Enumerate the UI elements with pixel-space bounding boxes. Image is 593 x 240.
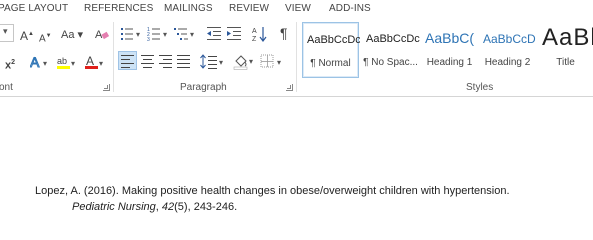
- font-dialog-launcher-icon[interactable]: [103, 84, 110, 91]
- style-sample: AaBbCcDc: [366, 33, 420, 45]
- svg-text:▾: ▾: [43, 59, 47, 68]
- style-no-spacing[interactable]: AaBbCcDc ¶ No Spac...: [362, 22, 420, 78]
- grow-font-button[interactable]: A▲: [20, 27, 34, 43]
- bullets-icon: ▾: [121, 28, 140, 40]
- svg-text:▾: ▾: [249, 57, 253, 66]
- chevron-down-icon: ▾: [3, 26, 8, 36]
- align-left-button[interactable]: [118, 51, 137, 70]
- justify-button[interactable]: [176, 54, 192, 74]
- line-spacing-button[interactable]: ▾: [200, 54, 226, 74]
- font-color-button[interactable]: A ▾: [85, 54, 107, 74]
- style-label: ¶ No Spac...: [363, 57, 418, 68]
- svg-text:3: 3: [147, 37, 150, 42]
- multilevel-list-icon: ▾: [174, 28, 194, 40]
- eraser-icon: A: [95, 29, 110, 41]
- style-normal[interactable]: AaBbCcDc ¶ Normal: [302, 22, 360, 78]
- style-sample: AaBbC(: [425, 30, 475, 46]
- borders-button[interactable]: ▾: [260, 54, 286, 74]
- svg-text:▾: ▾: [190, 30, 194, 39]
- font-group-label: ont: [0, 82, 13, 93]
- paint-bucket-icon: ▾: [233, 55, 253, 70]
- line-spacing-icon: ▾: [200, 54, 223, 69]
- styles-gallery: AaBbCcDc ¶ Normal AaBbCcDc ¶ No Spac... …: [300, 22, 593, 78]
- style-sample: AaBbCcDc: [307, 34, 360, 46]
- style-title[interactable]: AaBl Title: [538, 22, 593, 78]
- style-label: ¶ Normal: [310, 58, 351, 69]
- show-formatting-marks-button[interactable]: ¶: [280, 26, 288, 40]
- highlight-color-button[interactable]: ab ▾: [57, 54, 79, 74]
- svg-text:▾: ▾: [99, 59, 103, 68]
- increase-indent-button[interactable]: [227, 26, 243, 46]
- numbering-icon: 1 2 3 ▾: [147, 27, 167, 43]
- style-sample: AaBbCcD: [483, 32, 536, 46]
- justify-icon: [177, 55, 190, 68]
- style-sample: AaBl: [542, 24, 593, 51]
- svg-text:A: A: [30, 54, 40, 70]
- style-label: Heading 1: [426, 57, 473, 68]
- shading-button[interactable]: ▾: [233, 53, 257, 74]
- tab-view[interactable]: VIEW: [285, 3, 311, 14]
- align-right-button[interactable]: [158, 54, 174, 74]
- group-divider: [113, 22, 114, 92]
- svg-text:ab: ab: [57, 56, 67, 66]
- svg-text:Z: Z: [252, 36, 257, 42]
- svg-text:A: A: [86, 54, 94, 68]
- align-right-icon: [159, 55, 172, 68]
- highlighter-icon: ab ▾: [57, 56, 75, 69]
- svg-text:▾: ▾: [163, 30, 167, 39]
- multilevel-list-button[interactable]: ▾: [174, 26, 198, 46]
- clear-formatting-button[interactable]: A: [95, 27, 110, 45]
- borders-icon: ▾: [260, 54, 281, 68]
- style-heading-1[interactable]: AaBbC( Heading 1: [421, 22, 478, 78]
- svg-text:A: A: [252, 28, 257, 35]
- paragraph-group-label: Paragraph: [180, 82, 227, 93]
- numbering-button[interactable]: 1 2 3 ▾: [147, 26, 171, 46]
- svg-text:▾: ▾: [277, 58, 281, 67]
- style-label: Title: [556, 57, 575, 68]
- font-color-icon: A ▾: [85, 54, 103, 69]
- superscript-button[interactable]: x2: [5, 56, 15, 73]
- tab-add-ins[interactable]: ADD-INS: [329, 3, 371, 14]
- ribbon-tabs: PAGE LAYOUT REFERENCES MAILINGS REVIEW V…: [0, 0, 593, 18]
- text-effects-icon: A ▾: [30, 54, 48, 71]
- text-effects-button[interactable]: A ▾: [30, 54, 52, 74]
- svg-text:▾: ▾: [136, 30, 140, 39]
- align-left-icon: [121, 55, 134, 68]
- sort-button[interactable]: AZ: [252, 26, 267, 43]
- svg-text:▾: ▾: [219, 58, 223, 67]
- tab-mailings[interactable]: MAILINGS: [164, 3, 213, 14]
- styles-group-label: Styles: [466, 82, 494, 93]
- document-page[interactable]: Lopez, A. (2016). Making positive health…: [0, 97, 593, 234]
- reference-line-2: Pediatric Nursing, 42(5), 243-246.: [72, 201, 237, 213]
- group-divider: [296, 22, 297, 92]
- svg-text:▾: ▾: [71, 59, 75, 68]
- tab-page-layout[interactable]: PAGE LAYOUT: [0, 3, 68, 14]
- reference-line-1: Lopez, A. (2016). Making positive health…: [35, 185, 510, 197]
- journal-volume: 42: [161, 201, 175, 213]
- align-center-icon: [141, 55, 154, 68]
- align-center-button[interactable]: [140, 54, 156, 74]
- bullets-button[interactable]: ▾: [120, 26, 144, 46]
- ribbon-home: ▾ A▲ A▼ Aa ▾ A x2 A ▾ ab ▾ A ▾ ont ▾ 1 2 3 …: [0, 18, 593, 97]
- sort-icon: AZ: [252, 27, 267, 43]
- tab-references[interactable]: REFERENCES: [84, 3, 153, 14]
- paragraph-dialog-launcher-icon[interactable]: [286, 84, 293, 91]
- style-heading-2[interactable]: AaBbCcD Heading 2: [479, 22, 536, 78]
- tab-review[interactable]: REVIEW: [229, 3, 269, 14]
- decrease-indent-icon: [207, 27, 221, 40]
- journal-title: Pediatric Nursing: [72, 201, 156, 213]
- style-label: Heading 2: [484, 57, 531, 68]
- decrease-indent-button[interactable]: [207, 26, 223, 46]
- increase-indent-icon: [227, 27, 241, 40]
- change-case-button[interactable]: Aa ▾: [61, 28, 83, 42]
- font-size-dropdown[interactable]: ▾: [0, 24, 14, 42]
- journal-issue-pages: (5), 243-246.: [174, 201, 238, 213]
- shrink-font-button[interactable]: A▼: [39, 29, 52, 46]
